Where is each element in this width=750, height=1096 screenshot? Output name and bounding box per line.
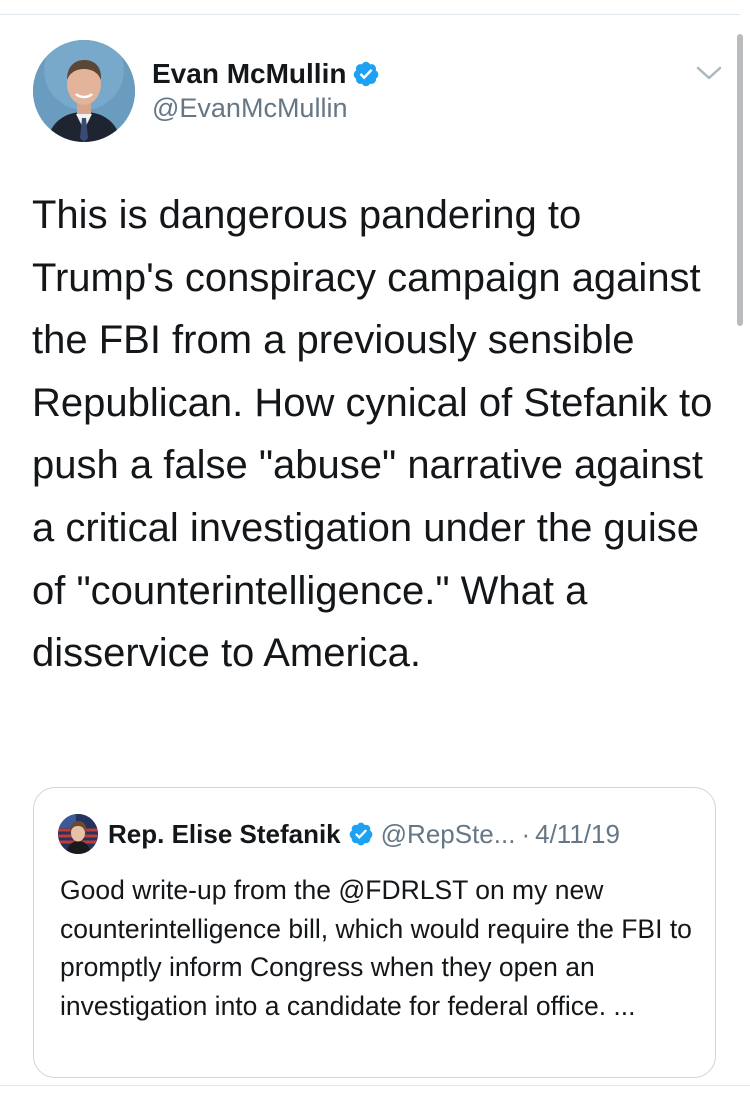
verified-badge-icon bbox=[348, 821, 374, 847]
scrollbar[interactable] bbox=[737, 34, 743, 326]
separator-dot: · bbox=[521, 818, 531, 849]
quoted-author-name: Rep. Elise Stefanik bbox=[108, 818, 341, 849]
profile-photo-icon bbox=[33, 40, 135, 142]
verified-badge-icon bbox=[352, 60, 380, 88]
author-handle[interactable]: @EvanMcMullin bbox=[152, 93, 347, 124]
author-avatar[interactable] bbox=[33, 40, 135, 142]
top-divider bbox=[0, 14, 740, 15]
quoted-tweet-card[interactable]: Rep. Elise Stefanik @RepSte... · 4/11/19… bbox=[33, 787, 716, 1078]
author-name[interactable]: Evan McMullin bbox=[152, 58, 346, 90]
tweet-text: This is dangerous pandering to Trump's c… bbox=[32, 193, 713, 676]
bottom-divider bbox=[0, 1085, 750, 1086]
chevron-down-icon[interactable] bbox=[692, 58, 726, 88]
quoted-author-handle: @RepSte... bbox=[380, 818, 516, 849]
quoted-tweet-header: Rep. Elise Stefanik @RepSte... · 4/11/19 bbox=[108, 816, 620, 852]
author-name-row: Evan McMullin bbox=[152, 56, 380, 92]
quoted-tweet-date: 4/11/19 bbox=[535, 818, 620, 849]
profile-photo-icon bbox=[58, 814, 98, 854]
quoted-tweet-text: Good write-up from the @FDRLST on my new… bbox=[60, 875, 692, 1021]
quoted-author-avatar bbox=[58, 814, 98, 854]
